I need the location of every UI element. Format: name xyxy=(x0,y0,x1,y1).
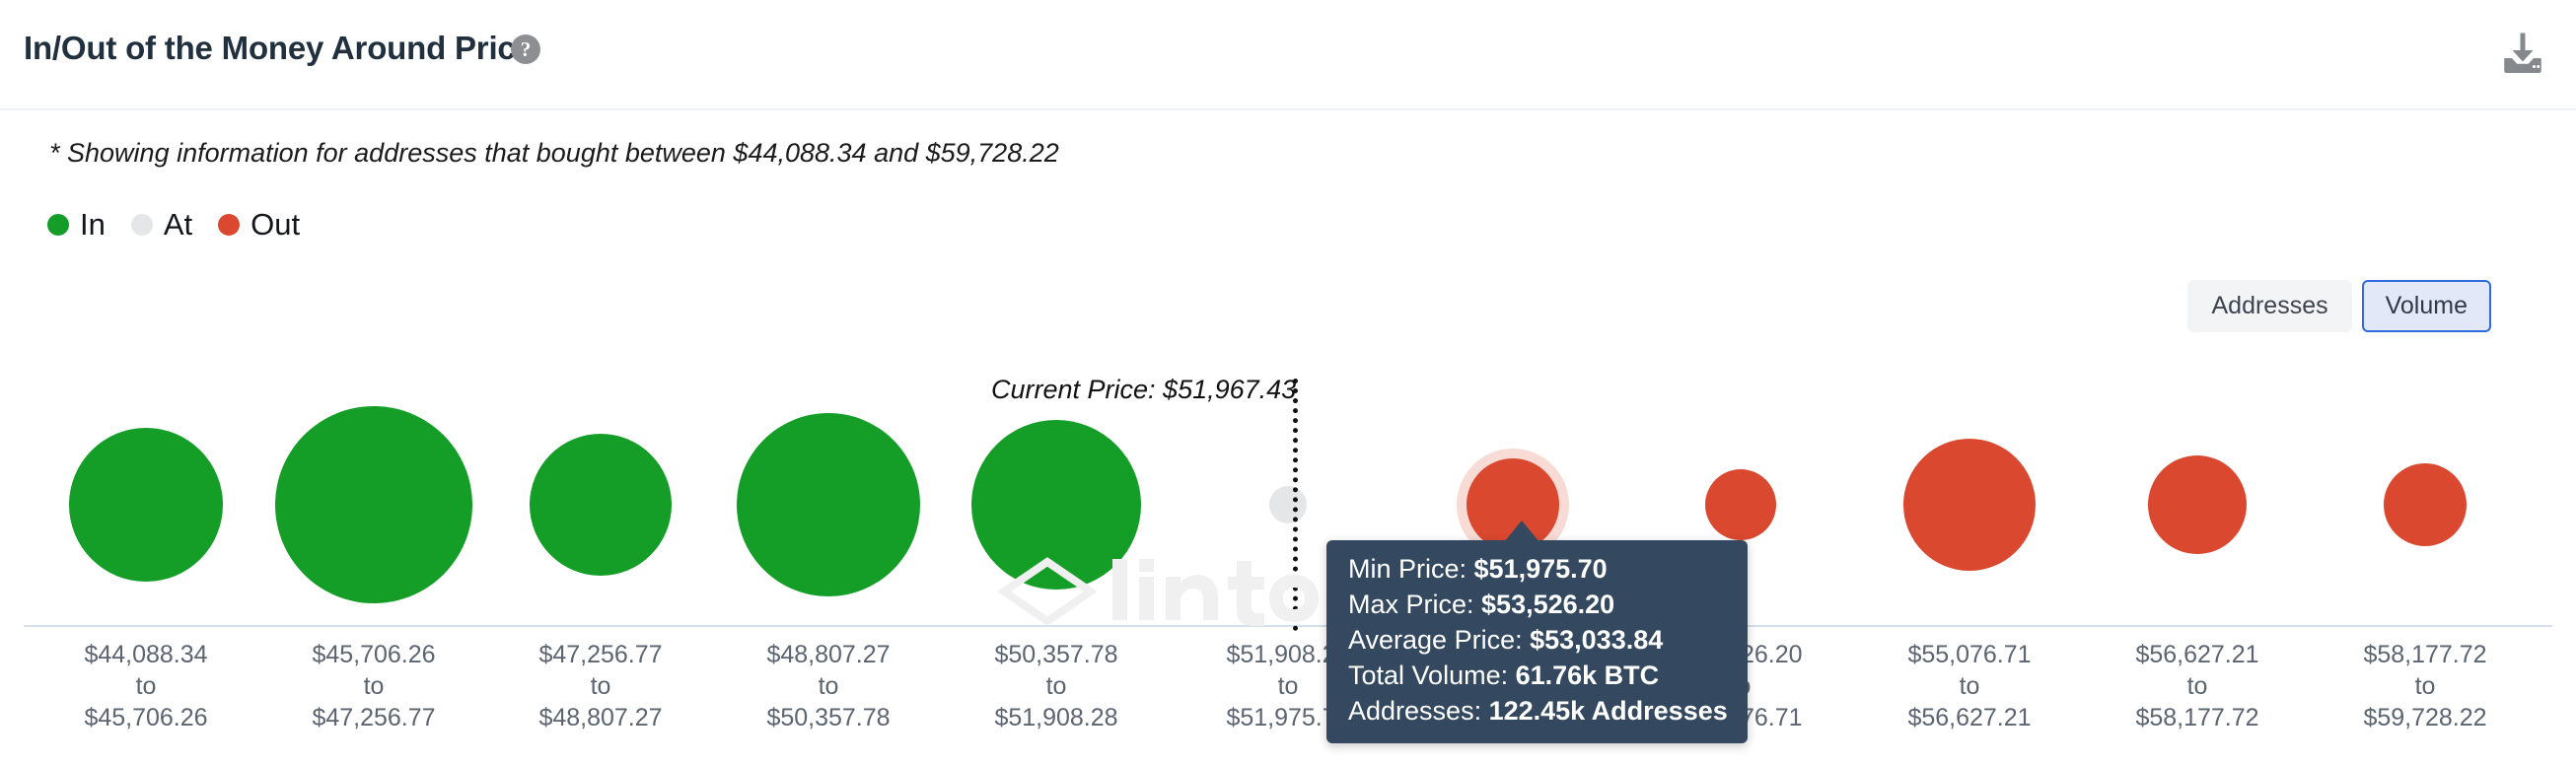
tooltip-key: Total Volume: xyxy=(1348,660,1516,690)
tooltip-value: 61.76k BTC xyxy=(1515,660,1660,690)
tooltip-value: 122.45k Addresses xyxy=(1488,695,1728,726)
x-axis-label-line: $44,088.34 xyxy=(84,641,208,668)
current-price-annotation: Current Price: $51,967.43 xyxy=(991,375,1297,404)
volume-toggle-button[interactable]: Volume xyxy=(2361,280,2491,332)
legend-dot-at-icon xyxy=(130,213,153,236)
tooltip-row-2: Max Price: $53,526.20 xyxy=(1348,588,1728,623)
tooltip-key: Addresses: xyxy=(1348,695,1489,726)
tooltip-arrow-icon xyxy=(1504,521,1539,542)
x-axis-line xyxy=(24,625,2552,627)
chart-subtitle: * Showing information for addresses that… xyxy=(49,138,1059,168)
x-axis-label-line: $48,807.27 xyxy=(538,704,663,731)
x-axis-label-line: $48,807.27 xyxy=(766,641,891,668)
x-axis-label-line: $50,357.78 xyxy=(766,704,891,731)
tooltip-key: Max Price: xyxy=(1348,589,1482,619)
bubble-4-in[interactable] xyxy=(737,413,920,596)
legend-label-out: Out xyxy=(250,207,301,242)
tooltip-row-1: Min Price: $51,975.70 xyxy=(1348,552,1728,588)
addresses-toggle-button[interactable]: Addresses xyxy=(2187,280,2352,332)
tooltip-row-3: Average Price: $53,033.84 xyxy=(1348,623,1728,659)
x-axis-label-line: $56,627.21 xyxy=(2135,641,2259,668)
x-axis-label-line: $45,706.26 xyxy=(84,704,208,731)
x-axis-label-line: $56,627.21 xyxy=(1907,704,2032,731)
legend-label-at: At xyxy=(163,207,193,242)
x-axis-label-4: $48,807.27 to $50,357.78 xyxy=(766,639,890,733)
x-axis-label-line: $58,177.72 xyxy=(2135,704,2259,731)
x-axis-label-line: to xyxy=(2414,672,2436,700)
tooltip-value: $53,526.20 xyxy=(1481,589,1615,619)
tooltip-row-5: Addresses: 122.45k Addresses xyxy=(1348,694,1728,730)
x-axis-label-5: $50,357.78 to $51,908.28 xyxy=(994,639,1117,733)
bubble-tooltip: Min Price: $51,975.70 Max Price: $53,526.… xyxy=(1326,540,1748,743)
tooltip-row-4: Total Volume: 61.76k BTC xyxy=(1348,659,1728,694)
tooltip-value: $53,033.84 xyxy=(1530,624,1664,655)
x-axis-label-line: $45,706.26 xyxy=(312,641,436,668)
x-axis-label-line: to xyxy=(135,672,157,700)
x-axis-label-line: $47,256.77 xyxy=(312,704,436,731)
page-title: In/Out of the Money Around Price xyxy=(24,30,534,66)
bubble-2-in[interactable] xyxy=(275,406,472,603)
bubble-3-in[interactable] xyxy=(530,434,672,576)
tooltip-key: Min Price: xyxy=(1348,554,1474,584)
x-axis-label-line: to xyxy=(2186,672,2208,700)
legend-dot-out-icon xyxy=(218,213,241,236)
x-axis-label-line: to xyxy=(818,672,839,700)
legend-label-in: In xyxy=(80,207,106,242)
card-header: In/Out of the Money Around Price ? xyxy=(0,0,2576,110)
bubble-1-in[interactable] xyxy=(69,428,223,582)
bubble-10-out[interactable] xyxy=(2148,455,2247,554)
x-axis-labels: $44,088.34 to $45,706.26 $45,706.26 to $47,25… xyxy=(0,639,2576,765)
download-icon[interactable] xyxy=(2493,26,2552,85)
help-icon[interactable]: ? xyxy=(511,35,540,64)
legend-dot-in-icon xyxy=(47,213,69,236)
chart-legend: In At Out xyxy=(47,209,300,240)
legend-item-in[interactable]: In xyxy=(47,209,106,240)
legend-item-at[interactable]: At xyxy=(130,207,193,242)
x-axis-label-line: $55,076.71 xyxy=(1907,641,2032,668)
x-axis-label-line: $59,728.22 xyxy=(2363,704,2487,731)
x-axis-label-line: $58,177.72 xyxy=(2363,641,2487,668)
x-axis-label-9: $55,076.71 to $56,627.21 xyxy=(1907,639,2031,733)
x-axis-label-line: to xyxy=(363,672,385,700)
unit-toggle-group: Addresses Volume xyxy=(2187,280,2491,332)
x-axis-label-11: $58,177.72 to $59,728.22 xyxy=(2363,639,2486,733)
x-axis-label-3: $47,256.77 to $48,807.27 xyxy=(538,639,662,733)
bubble-8-out[interactable] xyxy=(1705,469,1776,540)
x-axis-label-line: to xyxy=(1959,672,1980,700)
legend-item-out[interactable]: Out xyxy=(218,209,300,240)
x-axis-label-2: $45,706.26 to $47,256.77 xyxy=(312,639,435,733)
current-price-line xyxy=(1293,379,1298,631)
x-axis-label-line: $50,357.78 xyxy=(994,641,1118,668)
x-axis-label-line: to xyxy=(590,672,611,700)
tooltip-value: $51,975.70 xyxy=(1473,554,1608,584)
x-axis-label-1: $44,088.34 to $45,706.26 xyxy=(84,639,207,733)
x-axis-label-line: $51,908.28 xyxy=(994,704,1118,731)
bubble-11-out[interactable] xyxy=(2384,463,2467,546)
bubble-6-at[interactable] xyxy=(1269,486,1307,523)
x-axis-label-line: $47,256.77 xyxy=(538,641,663,668)
x-axis-label-line: to xyxy=(1045,672,1067,700)
tooltip-key: Average Price: xyxy=(1348,624,1531,655)
bubble-9-out[interactable] xyxy=(1903,439,2036,571)
bubble-5-in[interactable] xyxy=(971,420,1141,590)
x-axis-label-10: $56,627.21 to $58,177.72 xyxy=(2135,639,2258,733)
